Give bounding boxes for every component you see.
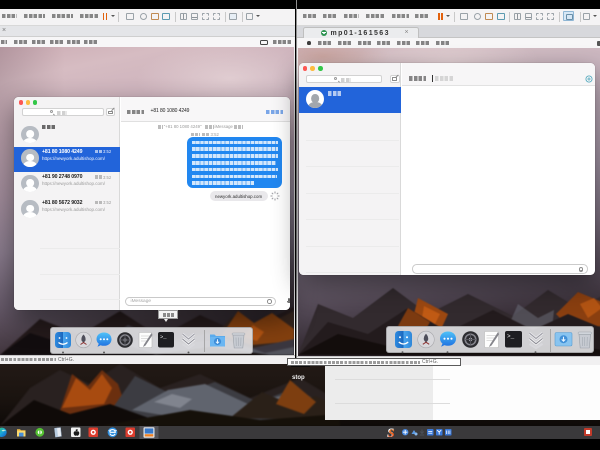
svg-text:>_: >_ (160, 333, 167, 340)
svg-text:>_: >_ (507, 333, 515, 340)
svg-text:S: S (388, 426, 395, 439)
